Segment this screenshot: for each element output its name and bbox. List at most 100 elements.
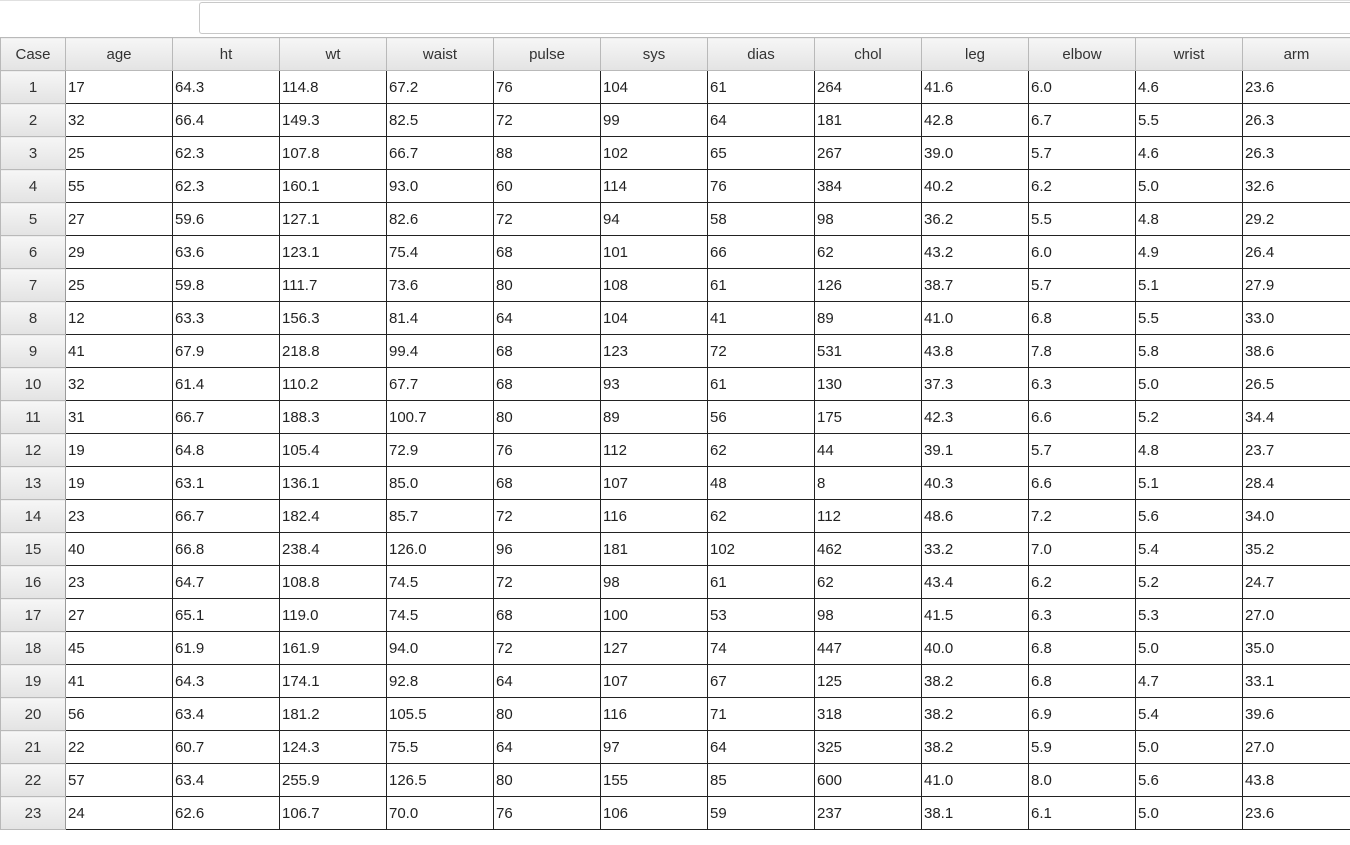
cell-chol[interactable]: 130: [814, 367, 922, 401]
cell-wt[interactable]: 110.2: [279, 367, 387, 401]
cell-age[interactable]: 25: [65, 268, 173, 302]
row-header[interactable]: 13: [0, 466, 66, 500]
column-header-ht[interactable]: ht: [172, 37, 280, 71]
cell-ht[interactable]: 66.7: [172, 499, 280, 533]
cell-waist[interactable]: 126.5: [386, 763, 494, 797]
cell-wrist[interactable]: 5.5: [1135, 301, 1243, 335]
cell-ht[interactable]: 63.4: [172, 697, 280, 731]
cell-elbow[interactable]: 6.6: [1028, 466, 1136, 500]
cell-leg[interactable]: 42.3: [921, 400, 1029, 434]
cell-wt[interactable]: 105.4: [279, 433, 387, 467]
cell-waist[interactable]: 74.5: [386, 565, 494, 599]
cell-waist[interactable]: 94.0: [386, 631, 494, 665]
cell-pulse[interactable]: 72: [493, 631, 601, 665]
cell-arm[interactable]: 35.2: [1242, 532, 1350, 566]
cell-chol[interactable]: 181: [814, 103, 922, 137]
cell-sys[interactable]: 181: [600, 532, 708, 566]
cell-wrist[interactable]: 5.0: [1135, 169, 1243, 203]
cell-dias[interactable]: 72: [707, 334, 815, 368]
cell-wt[interactable]: 124.3: [279, 730, 387, 764]
cell-age[interactable]: 27: [65, 598, 173, 632]
cell-dias[interactable]: 62: [707, 499, 815, 533]
column-header-dias[interactable]: dias: [707, 37, 815, 71]
cell-ht[interactable]: 64.7: [172, 565, 280, 599]
cell-wt[interactable]: 174.1: [279, 664, 387, 698]
cell-ht[interactable]: 62.3: [172, 136, 280, 170]
cell-ht[interactable]: 66.7: [172, 400, 280, 434]
cell-chol[interactable]: 98: [814, 202, 922, 236]
cell-arm[interactable]: 34.4: [1242, 400, 1350, 434]
cell-pulse[interactable]: 68: [493, 367, 601, 401]
cell-waist[interactable]: 82.5: [386, 103, 494, 137]
row-header[interactable]: 9: [0, 334, 66, 368]
cell-age[interactable]: 29: [65, 235, 173, 269]
cell-wrist[interactable]: 5.0: [1135, 730, 1243, 764]
cell-elbow[interactable]: 8.0: [1028, 763, 1136, 797]
cell-leg[interactable]: 43.2: [921, 235, 1029, 269]
cell-leg[interactable]: 38.7: [921, 268, 1029, 302]
cell-age[interactable]: 57: [65, 763, 173, 797]
cell-dias[interactable]: 102: [707, 532, 815, 566]
column-header-wrist[interactable]: wrist: [1135, 37, 1243, 71]
cell-dias[interactable]: 62: [707, 433, 815, 467]
cell-elbow[interactable]: 5.7: [1028, 268, 1136, 302]
cell-sys[interactable]: 116: [600, 697, 708, 731]
row-header[interactable]: 7: [0, 268, 66, 302]
cell-arm[interactable]: 39.6: [1242, 697, 1350, 731]
cell-wt[interactable]: 111.7: [279, 268, 387, 302]
cell-elbow[interactable]: 6.7: [1028, 103, 1136, 137]
cell-pulse[interactable]: 72: [493, 103, 601, 137]
cell-chol[interactable]: 175: [814, 400, 922, 434]
cell-leg[interactable]: 41.0: [921, 763, 1029, 797]
cell-waist[interactable]: 92.8: [386, 664, 494, 698]
cell-arm[interactable]: 26.3: [1242, 103, 1350, 137]
cell-ht[interactable]: 65.1: [172, 598, 280, 632]
cell-wrist[interactable]: 5.0: [1135, 631, 1243, 665]
column-header-chol[interactable]: chol: [814, 37, 922, 71]
cell-leg[interactable]: 33.2: [921, 532, 1029, 566]
cell-wt[interactable]: 238.4: [279, 532, 387, 566]
cell-age[interactable]: 17: [65, 70, 173, 104]
cell-dias[interactable]: 48: [707, 466, 815, 500]
cell-chol[interactable]: 237: [814, 796, 922, 830]
cell-sys[interactable]: 104: [600, 301, 708, 335]
cell-elbow[interactable]: 6.8: [1028, 631, 1136, 665]
cell-sys[interactable]: 106: [600, 796, 708, 830]
cell-wrist[interactable]: 4.8: [1135, 433, 1243, 467]
cell-pulse[interactable]: 68: [493, 334, 601, 368]
cell-ht[interactable]: 63.4: [172, 763, 280, 797]
cell-arm[interactable]: 43.8: [1242, 763, 1350, 797]
row-header[interactable]: 8: [0, 301, 66, 335]
row-header[interactable]: 12: [0, 433, 66, 467]
cell-dias[interactable]: 85: [707, 763, 815, 797]
cell-leg[interactable]: 40.2: [921, 169, 1029, 203]
column-header-arm[interactable]: arm: [1242, 37, 1350, 71]
cell-arm[interactable]: 26.3: [1242, 136, 1350, 170]
cell-pulse[interactable]: 64: [493, 730, 601, 764]
cell-arm[interactable]: 24.7: [1242, 565, 1350, 599]
cell-arm[interactable]: 32.6: [1242, 169, 1350, 203]
cell-arm[interactable]: 27.0: [1242, 730, 1350, 764]
cell-sys[interactable]: 112: [600, 433, 708, 467]
cell-pulse[interactable]: 76: [493, 433, 601, 467]
cell-dias[interactable]: 56: [707, 400, 815, 434]
row-header[interactable]: 11: [0, 400, 66, 434]
cell-wt[interactable]: 156.3: [279, 301, 387, 335]
cell-waist[interactable]: 67.2: [386, 70, 494, 104]
cell-dias[interactable]: 64: [707, 730, 815, 764]
cell-dias[interactable]: 61: [707, 565, 815, 599]
column-header-leg[interactable]: leg: [921, 37, 1029, 71]
cell-sys[interactable]: 94: [600, 202, 708, 236]
cell-elbow[interactable]: 5.7: [1028, 136, 1136, 170]
cell-chol[interactable]: 447: [814, 631, 922, 665]
cell-elbow[interactable]: 6.0: [1028, 235, 1136, 269]
cell-leg[interactable]: 41.6: [921, 70, 1029, 104]
cell-ht[interactable]: 66.8: [172, 532, 280, 566]
cell-sys[interactable]: 116: [600, 499, 708, 533]
cell-waist[interactable]: 100.7: [386, 400, 494, 434]
cell-dias[interactable]: 58: [707, 202, 815, 236]
cell-age[interactable]: 23: [65, 565, 173, 599]
cell-wt[interactable]: 181.2: [279, 697, 387, 731]
cell-wt[interactable]: 182.4: [279, 499, 387, 533]
cell-wrist[interactable]: 5.4: [1135, 532, 1243, 566]
